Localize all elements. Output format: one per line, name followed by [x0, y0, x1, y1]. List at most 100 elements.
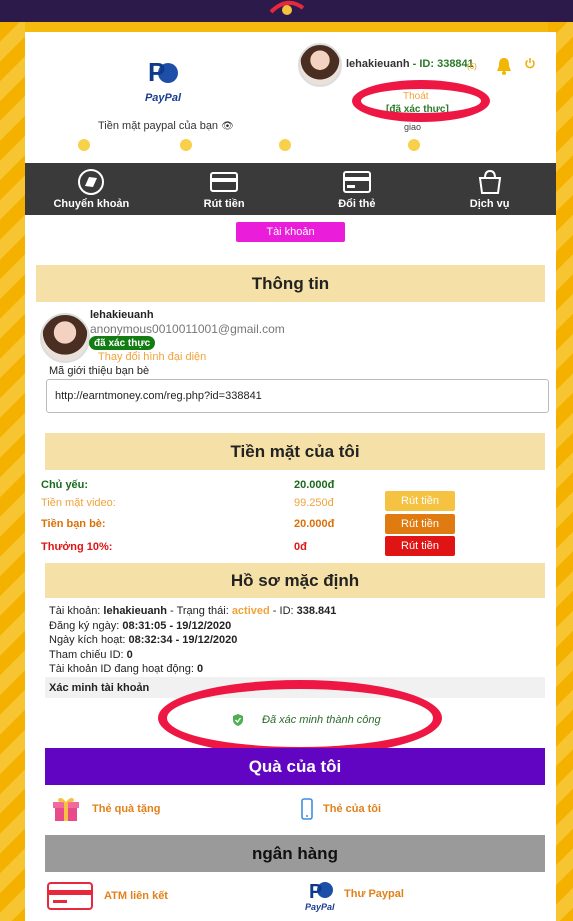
cash-video-amount: 99.250đ — [294, 497, 334, 509]
svg-text:P: P — [148, 57, 165, 87]
profile-register-value: 08:31:05 - 19/12/2020 — [122, 619, 232, 632]
brand-logo-icon — [269, 0, 305, 15]
info-avatar[interactable] — [40, 313, 90, 363]
power-icon[interactable] — [524, 57, 536, 69]
coin-icon — [279, 138, 291, 151]
gift-card-link[interactable]: Thẻ quà tặng — [52, 795, 160, 823]
profile-ref-line: Tham chiếu ID: 0 — [49, 648, 336, 663]
id-label: - ID: — [409, 58, 438, 70]
balance-friend: Tiền Bạn trai: 20.000 đ — [276, 137, 401, 152]
profile-id-value: 338.841 — [296, 605, 337, 617]
profile-id-label: - ID: — [269, 605, 297, 617]
user-header: lehakieuanh - ID: 338841 — [346, 58, 474, 70]
profile-active-label: Tài khoản ID đang hoạt động: — [49, 663, 197, 675]
referral-input[interactable]: http://earntmoney.com/reg.php?id=338841 — [46, 379, 549, 413]
profile-activate-label: Ngày kích hoạt: — [49, 634, 129, 646]
nav-services[interactable]: Dịch vụ — [423, 163, 556, 215]
cash-main-label: Chủ yếu: — [41, 479, 89, 491]
paypal-p-icon: P — [148, 57, 178, 87]
profile-register-line: Đăng ký ngày: 08:31:05 - 19/12/2020 — [49, 619, 336, 634]
profile-account-line: Tài khoản: lehakieuanh - Trạng thái: act… — [49, 604, 336, 619]
withdraw-video-button[interactable]: Rút tiền — [385, 491, 455, 511]
highlight-circle — [158, 680, 442, 756]
cash-friend-amount: 20.000đ — [294, 518, 335, 530]
profile-details: Tài khoản: lehakieuanh - Trạng thái: act… — [49, 604, 336, 677]
notification-count: (6) — [467, 62, 477, 71]
paypal-bank-logo[interactable]: P PayPal — [303, 876, 339, 912]
info-status-badge: đã xác thực — [89, 336, 156, 350]
gift-icon — [53, 797, 79, 821]
cash-bonus-label: Thưởng 10%: — [41, 541, 113, 553]
atm-card-icon — [47, 882, 93, 910]
info-email: anonymous0010011001@gmail.com — [90, 322, 285, 336]
withdraw-friend-button[interactable]: Rút tiền — [385, 514, 455, 534]
nav-withdraw[interactable]: Rút tiền — [158, 163, 291, 215]
left-pattern — [0, 22, 25, 921]
info-username: lehakieuanh — [90, 309, 154, 321]
balance-main: Chính: 20.000 đ — [75, 137, 173, 152]
profile-register-label: Đăng ký ngày: — [49, 619, 123, 632]
username: lehakieuanh — [346, 58, 410, 70]
atm-link[interactable]: ATM liên kết — [46, 880, 168, 912]
balance-video: Video: 99.250 đ — [177, 137, 272, 152]
info-header: Thông tin — [36, 265, 545, 302]
balance-bonus-label: Thưởng 10%: 0 đ — [423, 139, 506, 150]
coin-icon — [78, 138, 90, 151]
profile-active-value: 0 — [197, 663, 204, 675]
gifts-header: Quà của tôi — [45, 748, 545, 785]
cash-bonus-amount: 0đ — [294, 541, 307, 553]
transfer-icon — [78, 169, 105, 195]
cash-title-text: Tiền mặt paypal của bạn — [98, 120, 219, 132]
cash-header: Tiền mặt của tôi — [45, 433, 545, 470]
change-avatar-link[interactable]: Thay đổi hình đại diện — [98, 351, 206, 363]
profile-account-value: lehakieuanh — [103, 605, 167, 617]
bank-header: ngân hàng — [45, 835, 545, 872]
profile-activate-value: 08:32:34 - 19/12/2020 — [128, 634, 238, 646]
profile-status-label: - Trạng thái: — [167, 605, 232, 617]
gift-card-label: Thẻ quà tặng — [92, 803, 161, 815]
nav-withdraw-label: Rút tiền — [203, 198, 245, 210]
profile-ref-label: Tham chiếu ID: — [49, 648, 127, 661]
profile-header: Hồ sơ mặc định — [45, 563, 545, 598]
main-nav: Chuyển khoản Rút tiền Đổi thẻ Dịch vụ — [25, 163, 556, 215]
atm-label: ATM liên kết — [104, 890, 168, 902]
paypal-p-icon: P PayPal — [305, 881, 335, 912]
phone-icon — [301, 798, 313, 820]
highlight-circle — [352, 80, 490, 122]
giao-text: giao — [404, 122, 422, 132]
balance-main-label: Chính: 20.000 đ — [93, 139, 167, 150]
cash-title: Tiền mặt paypal của bạn 👁 — [98, 120, 234, 132]
eye-icon[interactable]: 👁 — [221, 121, 234, 132]
nav-transfer-label: Chuyển khoản — [53, 198, 130, 210]
withdraw-bonus-button[interactable]: Rút tiền — [385, 536, 455, 556]
balance-friend-label: Tiền Bạn trai: 20.000 đ — [294, 139, 400, 150]
svg-text:PayPal: PayPal — [305, 902, 335, 912]
nav-services-label: Dịch vụ — [469, 198, 510, 210]
profile-ref-value: 0 — [126, 648, 133, 661]
nav-exchange[interactable]: Đổi thẻ — [291, 163, 424, 215]
balance-video-label: Video: 99.250 đ — [195, 139, 268, 150]
profile-account-label: Tài khoản: — [49, 605, 104, 617]
shopping-bag-icon — [478, 169, 501, 194]
cash-video-label: Tiền mặt video: — [41, 497, 116, 509]
nav-exchange-label: Đổi thẻ — [338, 198, 376, 210]
coin-icon — [180, 138, 192, 151]
my-card-link[interactable]: Thẻ của tôi — [301, 798, 381, 820]
cash-main-amount: 20.000đ — [294, 479, 335, 491]
my-card-label: Thẻ của tôi — [323, 803, 382, 815]
profile-status-value: actived — [231, 605, 270, 617]
profile-activate-line: Ngày kích hoạt: 08:32:34 - 19/12/2020 — [49, 633, 336, 648]
referral-label: Mã giới thiệu bạn bè — [49, 365, 150, 377]
card-icon — [210, 172, 239, 192]
exchange-card-icon — [342, 171, 371, 193]
account-button[interactable]: Tài khoản — [236, 222, 345, 242]
nav-transfer[interactable]: Chuyển khoản — [25, 163, 158, 215]
bell-icon[interactable] — [495, 56, 513, 76]
cash-friend-label: Tiền bạn bè: — [41, 518, 106, 530]
balance-bonus: Thưởng 10%: 0 đ — [405, 137, 505, 152]
svg-text:P: P — [309, 881, 322, 903]
avatar[interactable] — [298, 43, 342, 87]
paypal-mail-label[interactable]: Thư Paypal — [344, 888, 404, 900]
profile-active-line: Tài khoản ID đang hoạt động: 0 — [49, 662, 336, 677]
coin-icon — [408, 138, 420, 151]
